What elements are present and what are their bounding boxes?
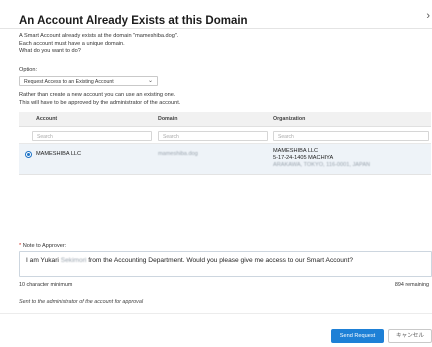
note-text-name: Sekimori	[60, 257, 87, 264]
option-label: Option:	[19, 67, 38, 73]
intro-text: A Smart Account already exists at the do…	[19, 33, 178, 56]
note-textarea[interactable]: I am Yukari Sekimori from the Accounting…	[19, 251, 432, 277]
dialog-title: An Account Already Exists at this Domain	[19, 15, 248, 27]
note-text-end: from the Accounting Department. Would yo…	[86, 257, 354, 264]
note-label-text: Note to Approver:	[22, 243, 67, 249]
rather-line-1: Rather than create a new account you can…	[19, 92, 176, 98]
approval-info-text: Sent to the administrator of the account…	[19, 299, 144, 305]
organization-search-input[interactable]: Search	[273, 131, 429, 141]
account-search-input[interactable]: Search	[32, 131, 152, 141]
org-address-1: 5-17-24-1405 MACHIYA	[273, 155, 334, 161]
row-organization: MAMESHIBA LLC 5-17-24-1405 MACHIYA ARAKA…	[273, 148, 370, 169]
close-icon[interactable]: ›	[426, 11, 430, 22]
footer-divider	[0, 313, 432, 314]
note-text-start: I am Yukari	[26, 257, 61, 264]
row-domain: mameshiba.dog	[158, 151, 198, 157]
account-radio[interactable]	[25, 151, 32, 158]
send-request-button[interactable]: Send Request	[331, 329, 384, 343]
chevron-down-icon: ⌄	[147, 78, 153, 84]
org-name: MAMESHIBA LLC	[273, 148, 319, 154]
remaining-characters-text: 894 remaining	[394, 282, 429, 288]
row-account: MAMESHIBA LLC	[36, 151, 82, 157]
note-label: * Note to Approver:	[19, 243, 66, 249]
required-mark: *	[19, 243, 22, 249]
column-header-organization[interactable]: Organization	[273, 116, 305, 122]
intro-line-1: A Smart Account already exists at the do…	[19, 33, 179, 39]
org-address-2: ARAKAWA, TOKYO, 116-0001, JAPAN	[273, 162, 371, 168]
domain-search-input[interactable]: Search	[158, 131, 268, 141]
filter-row: Search Search Search	[19, 127, 431, 144]
title-divider	[0, 28, 432, 29]
table-row[interactable]: MAMESHIBA LLC mameshiba.dog MAMESHIBA LL…	[19, 144, 431, 175]
cancel-button[interactable]: キャンセル	[388, 329, 432, 343]
option-select[interactable]: Request Access to an Existing Account ⌄	[19, 76, 158, 86]
table-header: Account Domain Organization	[19, 112, 431, 127]
rather-line-2: This will have to be approved by the adm…	[19, 99, 181, 106]
min-characters-text: 10 character minimum	[19, 282, 73, 288]
note-helper: 10 character minimum 894 remaining	[0, 280, 432, 290]
option-selected-value: Request Access to an Existing Account	[24, 78, 114, 85]
rather-text: Rather than create a new account you can…	[19, 92, 180, 107]
account-exists-dialog: An Account Already Exists at this Domain…	[0, 0, 432, 347]
column-header-domain[interactable]: Domain	[158, 116, 177, 122]
column-header-account[interactable]: Account	[36, 116, 57, 122]
intro-line-3: What do you want to do?	[19, 48, 81, 55]
intro-line-2: Each account must have a unique domain.	[19, 40, 125, 47]
